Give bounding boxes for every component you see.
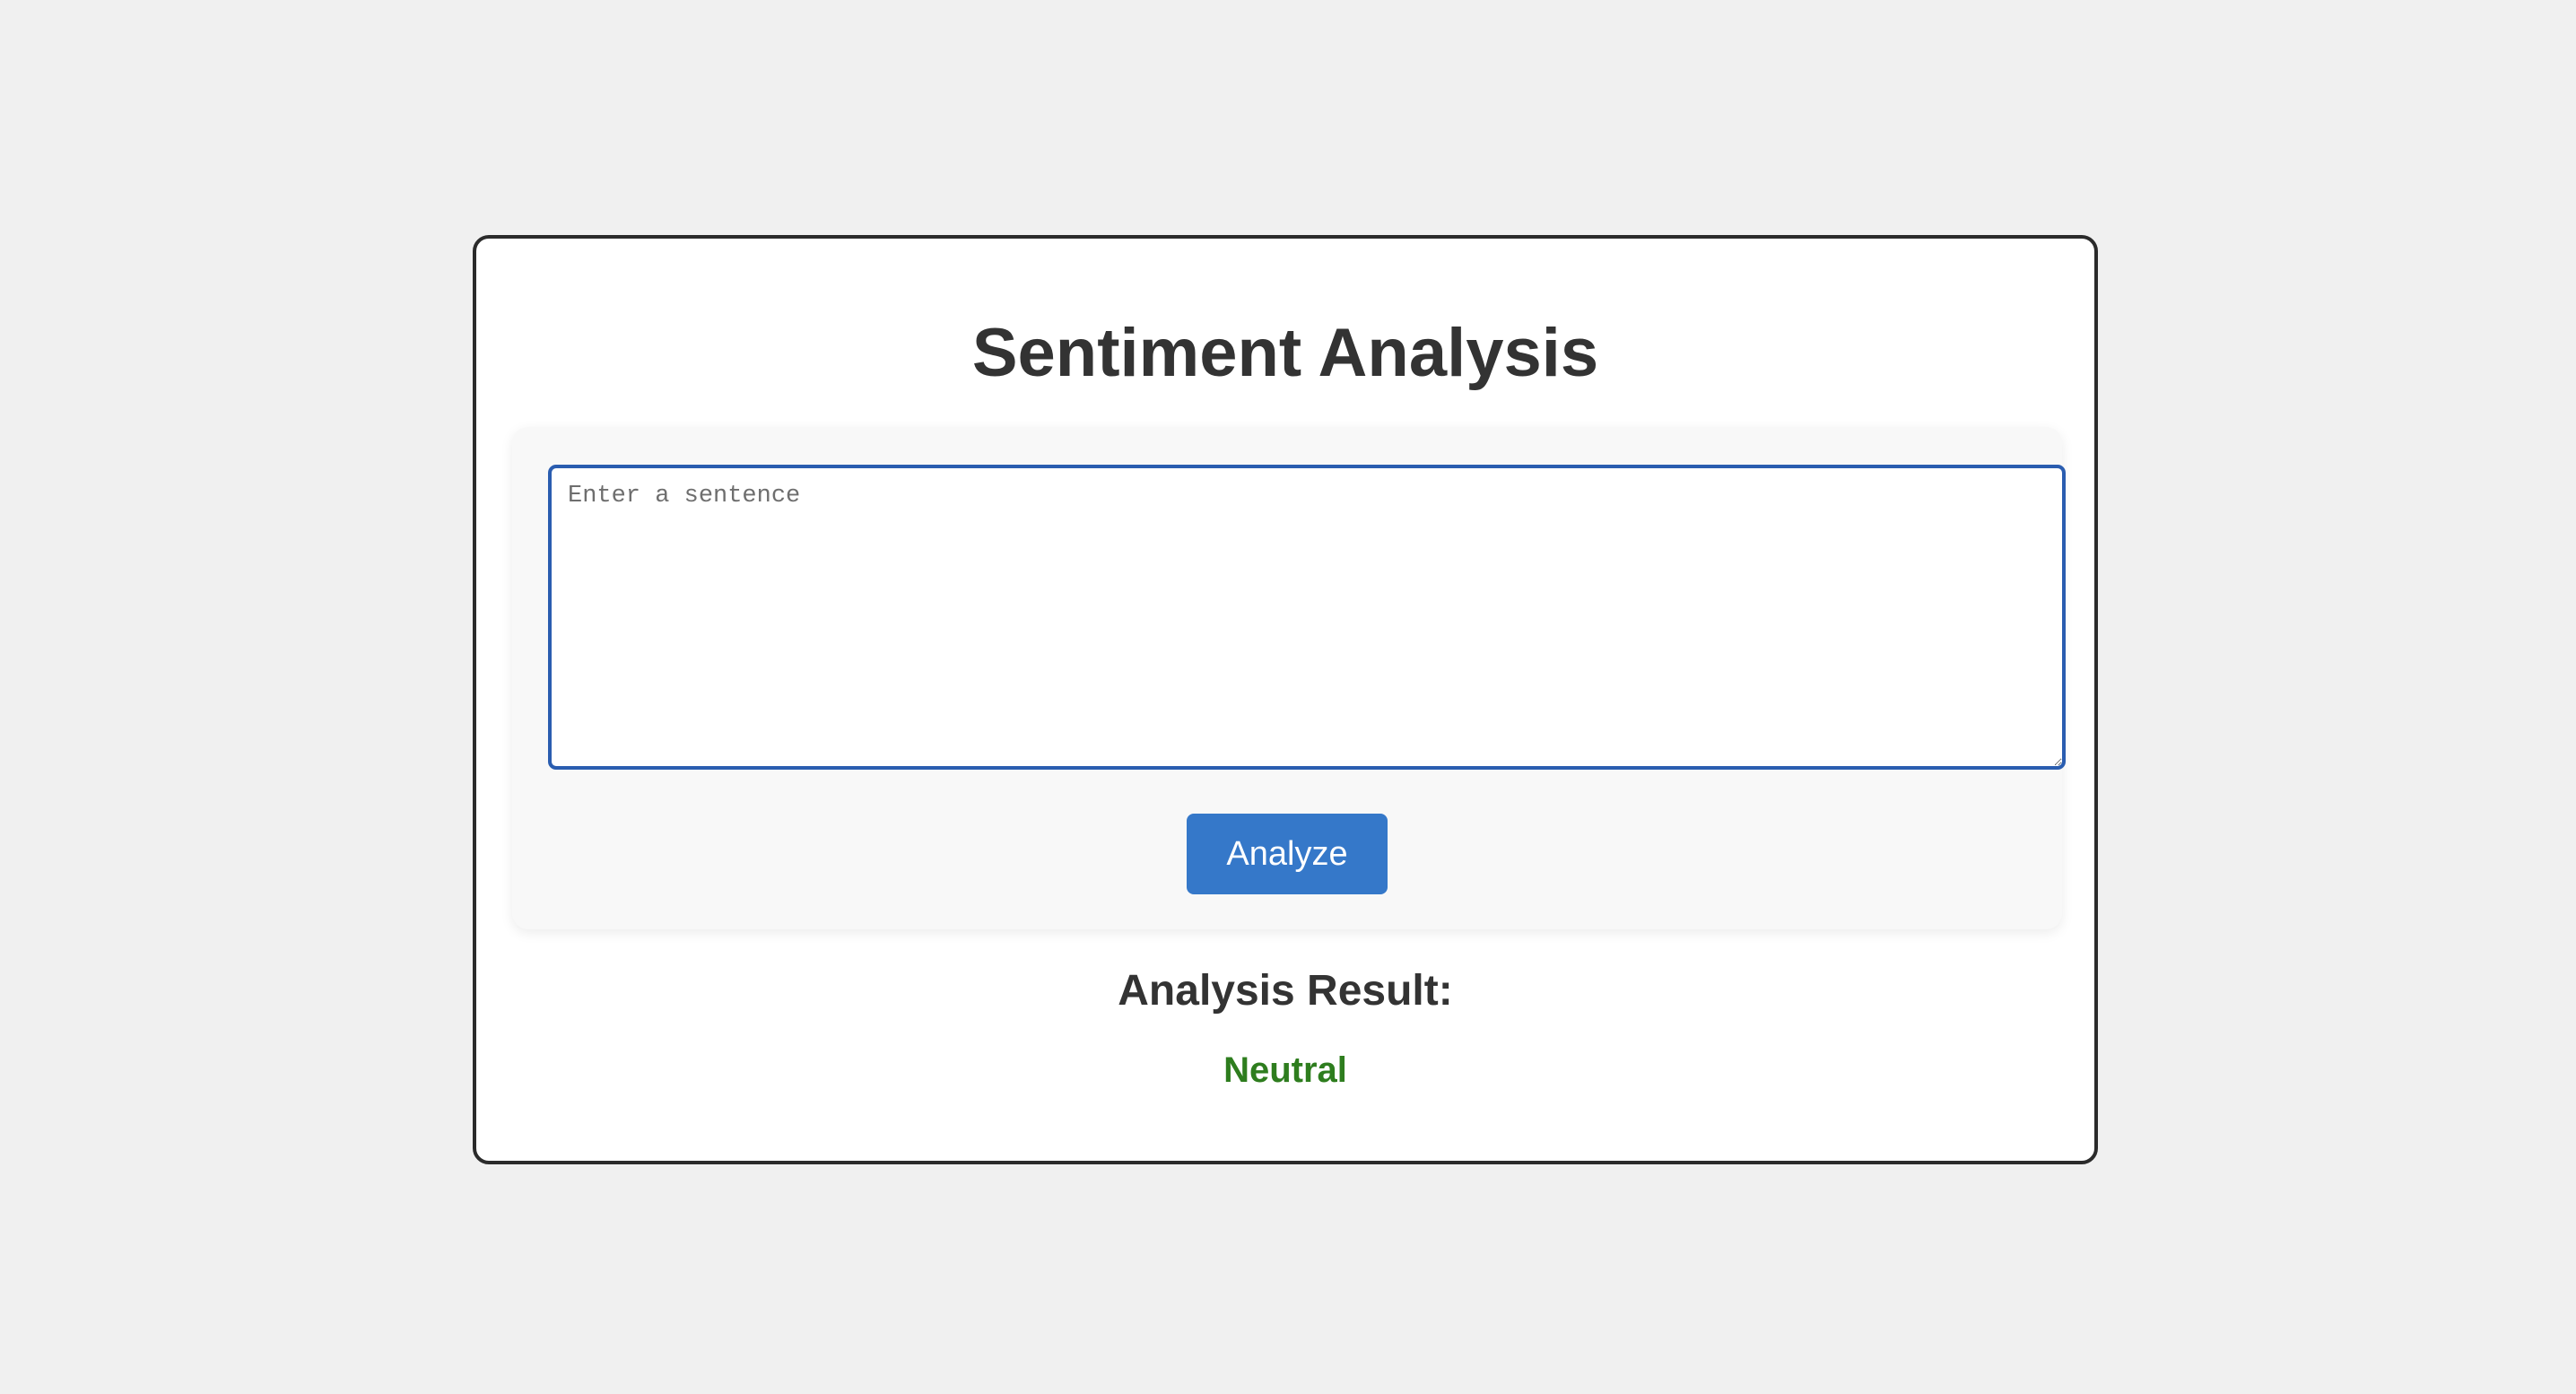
page-title: Sentiment Analysis bbox=[971, 315, 1599, 391]
sentiment-result: Neutral bbox=[1223, 1050, 1347, 1090]
analyze-button[interactable]: Analyze bbox=[1187, 814, 1388, 894]
sentence-input[interactable] bbox=[548, 465, 2066, 770]
sentiment-card: Sentiment Analysis Analyze Analysis Resu… bbox=[473, 235, 2098, 1164]
input-panel: Analyze bbox=[512, 427, 2066, 929]
result-heading: Analysis Result: bbox=[1118, 967, 1453, 1015]
